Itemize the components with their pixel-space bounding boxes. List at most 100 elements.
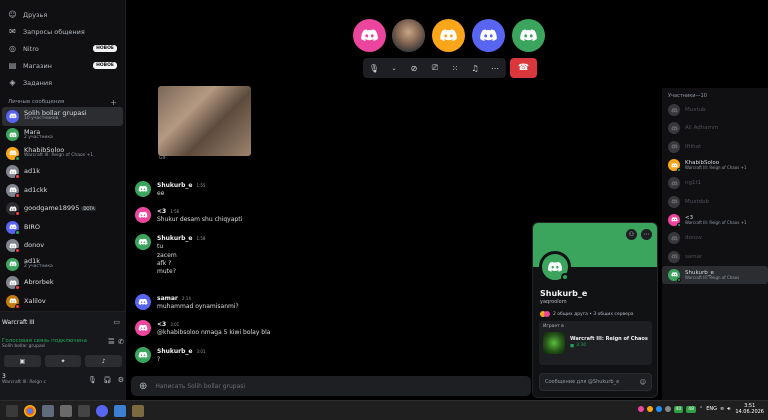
chrome-icon[interactable] bbox=[24, 404, 36, 417]
member-item[interactable]: <3 Warcraft III: Reign of Chaos +1 bbox=[662, 211, 768, 229]
dm-item[interactable]: BIRO bbox=[0, 218, 125, 237]
dm-subtitle: Warcraft III: Reign of Chaos +1 bbox=[24, 153, 94, 159]
add-attachment-icon[interactable]: ⊕ bbox=[139, 381, 147, 392]
message-composer[interactable]: ⊕ Написать Solih bollar grupasi bbox=[131, 376, 531, 396]
gif-image[interactable] bbox=[158, 86, 251, 156]
clock-date[interactable]: 14.06.2026 bbox=[735, 409, 764, 415]
discord-logo-icon bbox=[670, 181, 678, 186]
member-item[interactable]: KhabibSoloo Warcraft III: Reign of Chaos … bbox=[662, 156, 768, 174]
member-item[interactable]: samar bbox=[662, 247, 768, 265]
wifi-icon[interactable]: ≋ bbox=[720, 406, 724, 412]
end-call-button[interactable]: ☎ bbox=[510, 58, 537, 78]
settings-gear-icon[interactable]: ⚙ bbox=[118, 376, 124, 384]
chevron-up-icon[interactable]: ⌃ bbox=[699, 406, 703, 412]
member-activity: Warcraft III: Reign of Chaos bbox=[685, 274, 740, 280]
tray-badge[interactable]: 40 bbox=[673, 405, 684, 413]
call-participant-avatar[interactable] bbox=[392, 19, 425, 52]
profile-avatar[interactable] bbox=[539, 251, 571, 283]
message-avatar[interactable] bbox=[135, 234, 151, 250]
app-icon[interactable] bbox=[78, 404, 90, 417]
headphones-icon[interactable]: 🎧︎ bbox=[103, 376, 112, 384]
dm-item[interactable]: goodgame18995 DOTA bbox=[0, 200, 125, 219]
emoji-icon[interactable]: ☺ bbox=[640, 379, 646, 386]
lang-indicator[interactable]: ENG bbox=[706, 406, 717, 412]
message-author[interactable]: Shukurb_e bbox=[157, 348, 192, 355]
more-icon[interactable]: ⋯ bbox=[641, 229, 652, 240]
message-avatar[interactable] bbox=[135, 294, 151, 310]
avatar bbox=[668, 250, 680, 263]
call-participant-avatar[interactable] bbox=[512, 19, 545, 52]
message-text: GIF bbox=[159, 156, 167, 161]
message-avatar[interactable] bbox=[135, 347, 151, 363]
chevron-down-icon[interactable]: ⌄ bbox=[387, 61, 401, 75]
discord-logo-icon bbox=[440, 29, 457, 42]
message-author[interactable]: Shukurb_e bbox=[157, 182, 192, 189]
dm-item[interactable]: ad1k bbox=[0, 163, 125, 182]
message-author[interactable]: <3 bbox=[157, 321, 166, 328]
dm-item[interactable]: Mara 2 участника bbox=[0, 126, 125, 145]
tray-badge[interactable]: 48 bbox=[686, 405, 697, 413]
dm-item[interactable]: ad1k 2 участника bbox=[0, 255, 125, 274]
app-icon[interactable] bbox=[42, 404, 54, 417]
screen-share-icon[interactable]: ⎚ bbox=[428, 61, 442, 75]
dm-item[interactable]: Solih bollar grupasi 10 участников bbox=[2, 107, 123, 126]
soundboard-icon[interactable]: ♫ bbox=[468, 61, 482, 75]
member-item[interactable]: Muxtdob bbox=[662, 192, 768, 210]
dm-item[interactable]: ad1ckk bbox=[0, 181, 125, 200]
app-icon[interactable] bbox=[114, 404, 126, 417]
member-item[interactable]: ng1t1 bbox=[662, 174, 768, 192]
game-title: Warcraft III: Reign of Chaos bbox=[570, 336, 648, 342]
tray-app-icon[interactable] bbox=[664, 406, 671, 412]
message-avatar[interactable] bbox=[135, 207, 151, 223]
tray-app-icon[interactable] bbox=[655, 406, 662, 412]
dm-item[interactable]: Xalilov bbox=[0, 292, 125, 311]
call-participant-avatar[interactable] bbox=[472, 19, 505, 52]
mic-icon[interactable]: 🎙︎ bbox=[367, 61, 381, 75]
volume-icon[interactable]: 🔊︎ bbox=[727, 406, 730, 412]
message-author[interactable]: samar bbox=[157, 295, 178, 302]
nav-item-2[interactable]: ◎ Nitro НОВОЕ bbox=[0, 40, 125, 57]
tray-app-icon[interactable] bbox=[637, 406, 644, 412]
discord-icon[interactable] bbox=[96, 404, 108, 417]
member-item[interactable]: Shukurb_e Warcraft III: Reign of Chaos bbox=[662, 265, 768, 284]
activity-icon[interactable]: ▭ bbox=[113, 318, 120, 326]
nav-item-0[interactable]: ☺ Друзья bbox=[0, 6, 125, 23]
mutual-info[interactable]: 2 общих друга • 3 общих сервера bbox=[553, 312, 634, 317]
avatar bbox=[6, 109, 19, 123]
tray-app-icon[interactable] bbox=[646, 406, 653, 412]
camera-button[interactable]: ▣ bbox=[4, 355, 41, 367]
call-participant-avatar[interactable] bbox=[432, 19, 465, 52]
camera-off-icon[interactable]: ⊘ bbox=[407, 61, 421, 75]
nav-item-3[interactable]: ▤ Магазин НОВОЕ bbox=[0, 57, 125, 74]
message-author[interactable]: <3 bbox=[157, 208, 166, 215]
more-icon[interactable]: ⋯ bbox=[488, 61, 502, 75]
activities-icon[interactable]: ⁙ bbox=[448, 61, 462, 75]
activity-button[interactable]: ✦ bbox=[44, 355, 82, 367]
message-text: mute? bbox=[157, 267, 176, 275]
noise-icon[interactable]: 𝄚 bbox=[109, 338, 115, 349]
dm-name: goodgame18995 bbox=[24, 205, 80, 213]
add-dm-button[interactable]: + bbox=[110, 98, 117, 107]
member-item[interactable]: Iftihat bbox=[662, 138, 768, 156]
message-author[interactable]: Shukurb_e bbox=[157, 235, 192, 242]
add-friend-icon[interactable]: ⚇ bbox=[626, 229, 637, 240]
voice-channel[interactable]: Solih bollar grupasi bbox=[2, 344, 87, 349]
member-item[interactable]: Muxtub bbox=[662, 101, 768, 119]
profile-message-input[interactable]: Сообщение для @Shukurb_e ☺ bbox=[539, 373, 652, 391]
call-participant-avatar[interactable] bbox=[353, 19, 386, 52]
disconnect-icon[interactable]: ✆ bbox=[118, 338, 124, 349]
nav-item-4[interactable]: ◈ Задания bbox=[0, 74, 125, 91]
member-item[interactable]: donov bbox=[662, 229, 768, 247]
dm-item[interactable]: KhabibSoloo Warcraft III: Reign of Chaos … bbox=[0, 144, 125, 163]
member-item[interactable]: Ali Adhamm bbox=[662, 119, 768, 137]
message-avatar[interactable] bbox=[135, 181, 151, 197]
dm-item[interactable]: donov bbox=[0, 237, 125, 256]
message-avatar[interactable] bbox=[135, 320, 151, 336]
dm-item[interactable]: Abrorbek bbox=[0, 274, 125, 293]
soundboard-button[interactable]: ♪ bbox=[85, 355, 123, 367]
mic-icon[interactable]: 🎙︎ bbox=[88, 376, 97, 384]
game-icon[interactable] bbox=[132, 404, 144, 417]
start-icon[interactable] bbox=[6, 404, 18, 417]
nav-item-1[interactable]: ✉ Запросы общения bbox=[0, 23, 125, 40]
app-icon[interactable] bbox=[60, 404, 72, 417]
